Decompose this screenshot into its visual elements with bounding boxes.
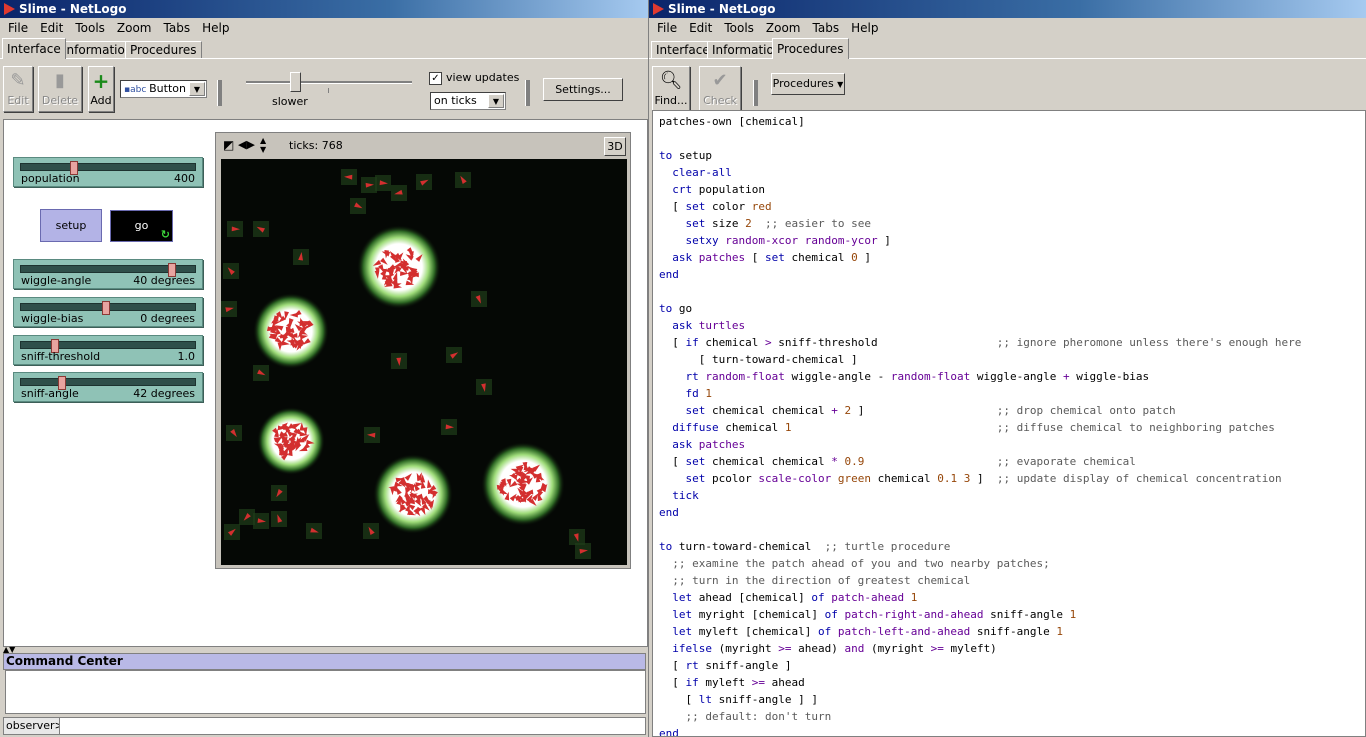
slider-value: 40 degrees bbox=[133, 274, 195, 287]
menu-tabs[interactable]: Tabs bbox=[807, 21, 846, 35]
slider-track[interactable] bbox=[20, 161, 196, 175]
tab-interface[interactable]: Interface bbox=[2, 38, 66, 59]
slider-name: population bbox=[21, 172, 80, 185]
slider-name: wiggle-angle bbox=[21, 274, 92, 287]
view-updates-label: view updates bbox=[446, 71, 520, 84]
slider-value: 400 bbox=[174, 172, 195, 185]
command-output bbox=[5, 670, 646, 714]
slider-name: wiggle-bias bbox=[21, 312, 84, 325]
netlogo-logo-icon bbox=[653, 3, 664, 15]
left-window: Slime - NetLogo File Edit Tools Zoom Tabs Hel… bbox=[0, 0, 648, 737]
chevron-down-icon: ▼ bbox=[837, 80, 844, 89]
world-svg bbox=[221, 169, 591, 559]
separator bbox=[217, 80, 222, 106]
tab-bar: Interface Information Procedures bbox=[0, 38, 648, 59]
settings-button[interactable]: Settings... bbox=[543, 78, 623, 101]
title-bar: Slime - NetLogo bbox=[0, 0, 648, 18]
update-mode-select[interactable]: on ticks ▼ bbox=[430, 92, 506, 110]
tab-procedures[interactable]: Procedures bbox=[125, 41, 202, 58]
tab-bar: Interface Information Procedures bbox=[649, 38, 1366, 59]
separator bbox=[525, 80, 530, 106]
slider-sniff-angle[interactable]: sniff-angle 42 degrees bbox=[13, 372, 203, 402]
menu-tools[interactable]: Tools bbox=[718, 21, 760, 35]
resize-icon[interactable]: ◩ bbox=[223, 139, 234, 151]
chevron-down-icon: ▼ bbox=[488, 94, 504, 108]
slider-name: sniff-angle bbox=[21, 387, 79, 400]
slider-value: 42 degrees bbox=[133, 387, 195, 400]
procedures-dropdown[interactable]: Procedures ▼ bbox=[771, 73, 845, 95]
slider-wiggle-bias[interactable]: wiggle-bias 0 degrees bbox=[13, 297, 203, 327]
source-code[interactable]: patches-own [chemical] to setup clear-al… bbox=[653, 111, 1365, 736]
pencil-icon: ✎ bbox=[10, 70, 26, 91]
netlogo-logo-icon bbox=[4, 3, 15, 15]
command-input[interactable] bbox=[59, 717, 646, 735]
menu-edit[interactable]: Edit bbox=[683, 21, 718, 35]
menu-help[interactable]: Help bbox=[845, 21, 884, 35]
speed-slider-track[interactable] bbox=[246, 81, 412, 84]
slider-population[interactable]: population 400 bbox=[13, 157, 203, 187]
menu-bar: File Edit Tools Zoom Tabs Help bbox=[0, 18, 648, 38]
button-widget-icon: ▪abc bbox=[124, 85, 150, 95]
edit-button[interactable]: ✎ Edit bbox=[3, 66, 33, 112]
world-canvas[interactable] bbox=[221, 159, 627, 565]
speed-label: slower bbox=[272, 95, 308, 108]
slider-value: 0 degrees bbox=[140, 312, 195, 325]
procedures-toolbar: 🔍︎ Find... ✔ Check Procedures ▼ bbox=[649, 60, 1366, 112]
chevron-down-icon: ▼ bbox=[189, 82, 205, 96]
chemical-cluster bbox=[357, 225, 441, 309]
command-center-header: Command Center bbox=[3, 653, 646, 670]
plus-icon: + bbox=[92, 69, 110, 93]
tab-interface[interactable]: Interface bbox=[651, 41, 715, 58]
magnifier-icon: 🔍︎ bbox=[659, 70, 683, 91]
checkmark-icon: ✔ bbox=[712, 70, 728, 91]
menu-zoom[interactable]: Zoom bbox=[111, 21, 158, 35]
window-title: Slime - NetLogo bbox=[668, 2, 776, 16]
interface-canvas: population 400 wiggle-angle 40 degrees wiggl… bbox=[3, 119, 648, 647]
forever-icon: ↻ bbox=[160, 228, 170, 241]
menu-edit[interactable]: Edit bbox=[34, 21, 69, 35]
tab-procedures[interactable]: Procedures bbox=[772, 38, 849, 59]
menu-help[interactable]: Help bbox=[196, 21, 235, 35]
menu-tools[interactable]: Tools bbox=[69, 21, 111, 35]
slider-value: 1.0 bbox=[177, 350, 196, 363]
menu-bar: File Edit Tools Zoom Tabs Help bbox=[649, 18, 1366, 38]
interface-toolbar: ✎ Edit ▮ Delete + Add ▪abc Button ▼ slower ✓… bbox=[0, 60, 648, 116]
trash-icon: ▮ bbox=[55, 70, 65, 91]
speed-tick bbox=[328, 88, 329, 93]
menu-zoom[interactable]: Zoom bbox=[760, 21, 807, 35]
go-button[interactable]: go ↻ bbox=[110, 210, 173, 242]
slider-wiggle-angle[interactable]: wiggle-angle 40 degrees bbox=[13, 259, 203, 289]
right-window: Slime - NetLogo File Edit Tools Zoom Tabs Hel… bbox=[648, 0, 1366, 737]
title-bar: Slime - NetLogo bbox=[649, 0, 1366, 18]
ticks-counter: ticks: 768 bbox=[289, 139, 343, 152]
separator bbox=[753, 80, 758, 106]
menu-file[interactable]: File bbox=[651, 21, 683, 35]
delete-button[interactable]: ▮ Delete bbox=[38, 66, 82, 112]
slider-track[interactable] bbox=[20, 301, 196, 315]
3d-button[interactable]: 3D bbox=[604, 137, 626, 156]
check-button[interactable]: ✔ Check bbox=[699, 66, 741, 112]
menu-file[interactable]: File bbox=[2, 21, 34, 35]
menu-tabs[interactable]: Tabs bbox=[158, 21, 197, 35]
view-updates-checkbox[interactable]: ✓ bbox=[429, 72, 442, 85]
setup-button[interactable]: setup bbox=[40, 209, 102, 242]
widget-type-select[interactable]: ▪abc Button ▼ bbox=[120, 80, 207, 98]
slider-thumb[interactable] bbox=[101, 301, 110, 315]
code-editor[interactable]: patches-own [chemical] to setup clear-al… bbox=[652, 110, 1366, 737]
command-center: Command Center observer> bbox=[3, 653, 646, 737]
view-control-strip: ◩ ◀▶ ▲ ▼ ticks: 768 3D bbox=[216, 133, 630, 159]
slider-name: sniff-threshold bbox=[21, 350, 101, 363]
slider-track[interactable] bbox=[20, 263, 196, 277]
slider-track[interactable] bbox=[20, 376, 196, 390]
add-button[interactable]: + Add bbox=[88, 66, 114, 112]
slider-sniff-threshold[interactable]: sniff-threshold 1.0 bbox=[13, 335, 203, 365]
slider-track[interactable] bbox=[20, 339, 196, 353]
world-view: ◩ ◀▶ ▲ ▼ ticks: 768 3D bbox=[215, 132, 631, 569]
speed-slider-thumb[interactable] bbox=[290, 72, 301, 92]
window-title: Slime - NetLogo bbox=[19, 2, 127, 16]
arrows-horizontal-icon[interactable]: ◀▶ bbox=[238, 138, 255, 152]
arrows-vertical-icon[interactable]: ▲ ▼ bbox=[260, 136, 266, 154]
observer-prompt[interactable]: observer> bbox=[3, 717, 67, 735]
find-button[interactable]: 🔍︎ Find... bbox=[652, 66, 690, 112]
